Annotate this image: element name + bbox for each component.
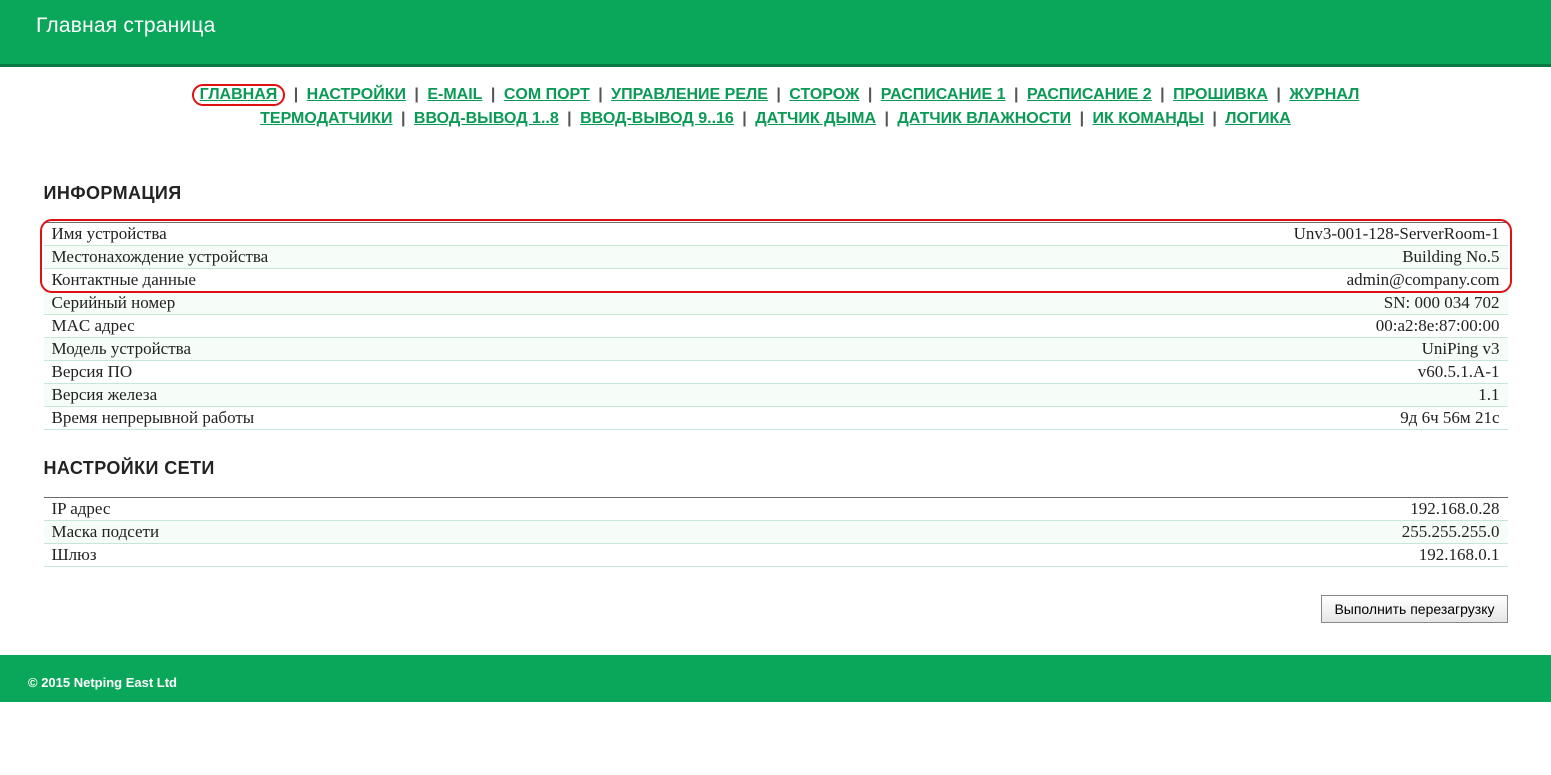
table-row: Версия ПОv60.5.1.A-1 — [44, 361, 1508, 384]
nav-link[interactable]: ЛОГИКА — [1225, 110, 1291, 127]
nav-separator: | — [410, 86, 423, 103]
row-label: Контактные данные — [44, 269, 793, 292]
row-label: Имя устройства — [44, 223, 793, 246]
nav-link[interactable]: E-MAIL — [427, 86, 482, 103]
section-title-network: НАСТРОЙКИ СЕТИ — [44, 458, 1508, 479]
nav-link[interactable]: ДАТЧИК ДЫМА — [755, 110, 876, 127]
nav-link[interactable]: НАСТРОЙКИ — [307, 86, 406, 103]
nav-link[interactable]: ГЛАВНАЯ — [192, 84, 286, 106]
row-value: 255.255.255.0 — [806, 521, 1508, 544]
row-label: IP адрес — [44, 498, 806, 521]
nav-link[interactable]: ВВОД-ВЫВОД 9..16 — [580, 110, 734, 127]
footer-copyright: © 2015 Netping East Ltd — [28, 675, 177, 690]
nav-separator: | — [772, 86, 785, 103]
row-label: Местонахождение устройства — [44, 246, 793, 269]
nav-separator: | — [863, 86, 876, 103]
section-title-info: ИНФОРМАЦИЯ — [44, 183, 1508, 204]
nav-row-2: ТЕРМОДАТЧИКИ | ВВОД-ВЫВОД 1..8 | ВВОД-ВЫ… — [116, 107, 1436, 131]
page-title: Главная страница — [36, 14, 1515, 38]
main-content: ИНФОРМАЦИЯ Имя устройстваUnv3-001-128-Se… — [16, 183, 1536, 623]
reboot-button[interactable]: Выполнить перезагрузку — [1321, 595, 1507, 623]
info-table: Имя устройстваUnv3-001-128-ServerRoom-1М… — [44, 222, 1508, 430]
row-label: MAC адрес — [44, 315, 793, 338]
main-nav: ГЛАВНАЯ | НАСТРОЙКИ | E-MAIL | COM ПОРТ … — [76, 83, 1476, 131]
row-value: 192.168.0.28 — [806, 498, 1508, 521]
row-label: Маска подсети — [44, 521, 806, 544]
row-label: Шлюз — [44, 544, 806, 567]
row-label: Версия железа — [44, 384, 793, 407]
row-value: Unv3-001-128-ServerRoom-1 — [793, 223, 1508, 246]
row-value: 00:a2:8e:87:00:00 — [793, 315, 1508, 338]
page-footer: © 2015 Netping East Ltd — [0, 655, 1551, 702]
nav-separator: | — [563, 110, 576, 127]
actions-bar: Выполнить перезагрузку — [44, 595, 1508, 623]
row-label: Время непрерывной работы — [44, 407, 793, 430]
nav-separator: | — [1208, 110, 1221, 127]
nav-link[interactable]: ЖУРНАЛ — [1289, 86, 1359, 103]
nav-separator: | — [1156, 86, 1169, 103]
row-value: 1.1 — [793, 384, 1508, 407]
nav-link[interactable]: ВВОД-ВЫВОД 1..8 — [414, 110, 559, 127]
row-label: Модель устройства — [44, 338, 793, 361]
table-row: Шлюз192.168.0.1 — [44, 544, 1508, 567]
table-row: IP адрес192.168.0.28 — [44, 498, 1508, 521]
nav-separator: | — [486, 86, 499, 103]
nav-separator: | — [289, 86, 302, 103]
nav-link[interactable]: РАСПИСАНИЕ 2 — [1027, 86, 1152, 103]
nav-link[interactable]: ПРОШИВКА — [1173, 86, 1268, 103]
nav-link[interactable]: РАСПИСАНИЕ 1 — [881, 86, 1006, 103]
row-value: SN: 000 034 702 — [793, 292, 1508, 315]
page-header: Главная страница — [0, 0, 1551, 64]
table-row: Версия железа1.1 — [44, 384, 1508, 407]
row-value: admin@company.com — [793, 269, 1508, 292]
table-row: Контактные данныеadmin@company.com — [44, 269, 1508, 292]
row-value: 192.168.0.1 — [806, 544, 1508, 567]
nav-separator: | — [594, 86, 607, 103]
row-label: Серийный номер — [44, 292, 793, 315]
nav-link[interactable]: СТОРОЖ — [789, 86, 859, 103]
nav-separator: | — [1075, 110, 1088, 127]
info-table-wrapper: Имя устройстваUnv3-001-128-ServerRoom-1М… — [44, 222, 1508, 430]
nav-link[interactable]: COM ПОРТ — [504, 86, 590, 103]
nav-link[interactable]: ТЕРМОДАТЧИКИ — [260, 110, 392, 127]
nav-separator: | — [1010, 86, 1023, 103]
row-value: v60.5.1.A-1 — [793, 361, 1508, 384]
row-value: Building No.5 — [793, 246, 1508, 269]
table-row: Маска подсети255.255.255.0 — [44, 521, 1508, 544]
table-row: MAC адрес00:a2:8e:87:00:00 — [44, 315, 1508, 338]
nav-separator: | — [1272, 86, 1285, 103]
network-table: IP адрес192.168.0.28Маска подсети255.255… — [44, 497, 1508, 567]
nav-link[interactable]: УПРАВЛЕНИЕ РЕЛЕ — [611, 86, 768, 103]
table-row: Местонахождение устройстваBuilding No.5 — [44, 246, 1508, 269]
table-row: Модель устройстваUniPing v3 — [44, 338, 1508, 361]
nav-separator: | — [880, 110, 893, 127]
header-separator — [0, 64, 1551, 67]
row-label: Версия ПО — [44, 361, 793, 384]
row-value: UniPing v3 — [793, 338, 1508, 361]
nav-separator: | — [397, 110, 410, 127]
nav-link[interactable]: ДАТЧИК ВЛАЖНОСТИ — [897, 110, 1071, 127]
table-row: Время непрерывной работы9д 6ч 56м 21с — [44, 407, 1508, 430]
table-row: Серийный номерSN: 000 034 702 — [44, 292, 1508, 315]
row-value: 9д 6ч 56м 21с — [793, 407, 1508, 430]
nav-separator: | — [738, 110, 751, 127]
table-row: Имя устройстваUnv3-001-128-ServerRoom-1 — [44, 223, 1508, 246]
nav-link[interactable]: ИК КОМАНДЫ — [1093, 110, 1204, 127]
nav-row-1: ГЛАВНАЯ | НАСТРОЙКИ | E-MAIL | COM ПОРТ … — [116, 83, 1436, 107]
